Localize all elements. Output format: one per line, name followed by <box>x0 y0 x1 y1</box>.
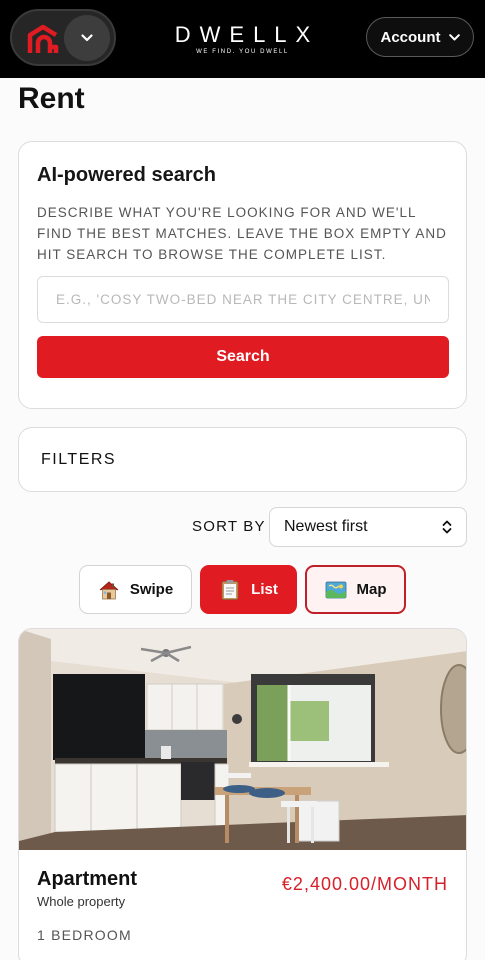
brand-tagline: WE FIND. YOU DWELL <box>196 49 289 55</box>
sort-label: SORT BY <box>192 518 266 535</box>
filters-label: FILTERS <box>41 451 117 468</box>
brand-menu-pill[interactable] <box>10 9 116 66</box>
chevron-down-icon <box>81 34 93 42</box>
sort-select[interactable]: Newest first <box>269 507 467 547</box>
house-icon <box>99 580 119 599</box>
brand-wordmark[interactable]: DWELLX WE FIND. YOU DWELL <box>140 22 345 55</box>
listing-bedrooms: 1 BEDROOM <box>37 927 132 943</box>
listing-type: Apartment <box>37 868 138 890</box>
menu-dropdown-button[interactable] <box>64 15 110 61</box>
clipboard-icon <box>221 579 239 600</box>
view-map-label: Map <box>356 581 387 598</box>
account-label: Account <box>380 28 441 46</box>
view-list-label: List <box>251 581 278 598</box>
view-swipe-button[interactable]: Swipe <box>79 565 192 614</box>
chevron-down-icon <box>448 33 460 40</box>
sort-selected-value: Newest first <box>284 518 368 535</box>
top-bar: DWELLX WE FIND. YOU DWELL Account <box>0 0 485 78</box>
view-swipe-label: Swipe <box>129 581 174 598</box>
account-button[interactable]: Account <box>366 17 474 57</box>
listing-photo[interactable] <box>19 629 467 850</box>
ai-search-description: Describe what you're looking for and we'… <box>37 205 447 262</box>
up-down-chevron-icon <box>442 520 452 534</box>
ai-search-input[interactable] <box>37 276 449 323</box>
page-title: Rent <box>18 82 85 115</box>
map-icon <box>325 581 346 598</box>
ai-search-title: AI-powered search <box>37 164 216 186</box>
ai-search-card: AI-powered search Describe what you're l… <box>18 141 467 409</box>
filters-toggle[interactable]: FILTERS <box>18 427 467 492</box>
listing-price: €2,400.00/MONTH <box>281 874 448 894</box>
brand-name: DWELLX <box>174 22 320 47</box>
listing-subtitle: Whole property <box>37 894 126 909</box>
brand-logo-icon[interactable] <box>26 23 60 57</box>
search-button[interactable]: Search <box>37 336 449 378</box>
listing-card[interactable]: Apartment Whole property €2,400.00/MONTH… <box>18 628 467 960</box>
view-list-button[interactable]: List <box>200 565 297 614</box>
view-map-button[interactable]: Map <box>305 565 406 614</box>
